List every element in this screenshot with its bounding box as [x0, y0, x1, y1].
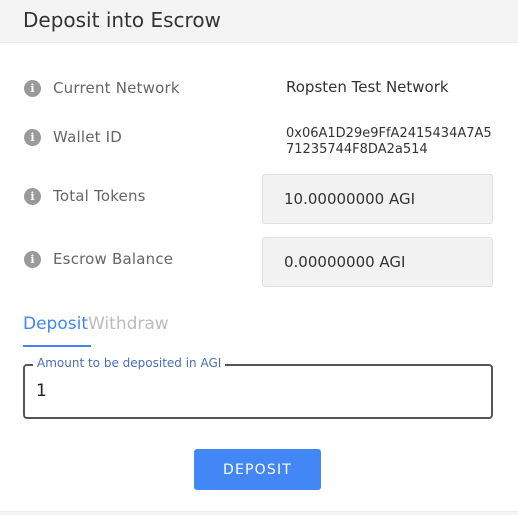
current-network-label: Current Network [53, 79, 180, 97]
escrow-balance-label: Escrow Balance [53, 250, 174, 268]
info-icon[interactable]: i [24, 80, 41, 97]
amount-field-label: Amount to be deposited in AGI [33, 356, 226, 370]
tab-deposit[interactable]: Deposit [23, 314, 88, 346]
total-tokens-field: 10.00000000 AGI [262, 174, 493, 224]
deposit-withdraw-tabs: DepositWithdraw [23, 314, 169, 348]
deposit-button[interactable]: DEPOSIT [194, 449, 321, 490]
dialog-header: Deposit into Escrow [0, 0, 518, 43]
total-tokens-value: 10.00000000 AGI [284, 190, 416, 208]
tab-withdraw[interactable]: Withdraw [88, 314, 169, 346]
total-tokens-label: Total Tokens [53, 187, 146, 205]
wallet-id-value: 0x06A1D29e9FfA2415434A7A571235744F8DA2a5… [286, 126, 492, 157]
escrow-balance-field: 0.00000000 AGI [262, 237, 493, 287]
info-icon[interactable]: i [24, 188, 41, 205]
info-icon[interactable]: i [24, 129, 41, 146]
wallet-id-label: Wallet ID [53, 128, 123, 146]
escrow-balance-value: 0.00000000 AGI [284, 253, 406, 271]
current-network-value: Ropsten Test Network [286, 78, 449, 96]
dialog-footer-edge [0, 511, 518, 515]
dialog-title: Deposit into Escrow [23, 8, 221, 32]
amount-input[interactable] [36, 378, 476, 404]
tab-indicator [23, 345, 91, 347]
info-icon[interactable]: i [24, 251, 41, 268]
